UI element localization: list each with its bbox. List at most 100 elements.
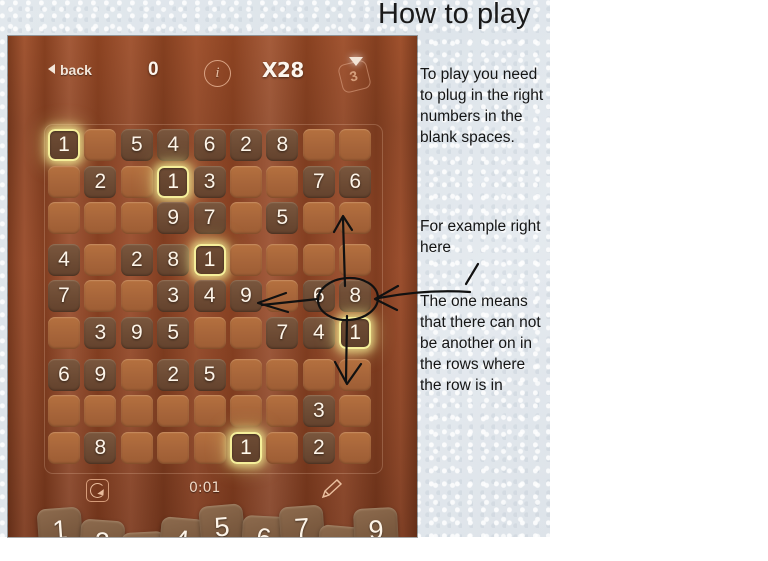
board-cell-r6-c8[interactable]: 4: [302, 317, 335, 349]
board-cell-r7-c8[interactable]: [302, 358, 335, 391]
sudoku-board[interactable]: 15462821376975428173496839574169253812: [48, 129, 378, 469]
board-cell-r9-c4[interactable]: [157, 431, 190, 464]
board-cell-r1-c7[interactable]: 8: [266, 129, 299, 161]
board-cell-r4-c3[interactable]: 2: [120, 243, 153, 276]
board-cell-r7-c5[interactable]: 5: [193, 358, 226, 391]
score-value: 0: [148, 59, 159, 80]
tray-tile-1[interactable]: 1: [36, 506, 84, 537]
board-cell-r5-c7[interactable]: [266, 280, 299, 313]
board-cell-r5-c2[interactable]: [84, 280, 117, 313]
note-explanation: The one means that there can not be anot…: [420, 293, 541, 394]
board-cell-r8-c1[interactable]: [48, 395, 80, 428]
board-cell-r8-c3[interactable]: [120, 395, 153, 428]
board-cell-r8-c8[interactable]: 3: [302, 395, 335, 428]
board-cell-r5-c4[interactable]: 3: [157, 280, 190, 313]
number-tray[interactable]: 123456789: [8, 503, 417, 537]
board-cell-r6-c9[interactable]: 1: [339, 317, 372, 349]
board-cell-r8-c7[interactable]: [266, 395, 299, 428]
board-cell-r5-c9[interactable]: 8: [339, 280, 372, 313]
board-cell-r7-c3[interactable]: [120, 358, 153, 391]
board-cell-r7-c4[interactable]: 2: [157, 358, 190, 391]
board-cell-r2-c2[interactable]: 2: [84, 165, 117, 198]
refresh-icon[interactable]: [86, 479, 109, 502]
back-arrow-icon: [48, 64, 55, 74]
slide-root: How to play back 0 i X28 3 1546282137697…: [0, 0, 768, 561]
board-cell-r2-c3[interactable]: [120, 165, 153, 198]
board-cell-r4-c2[interactable]: [84, 243, 117, 276]
board-cell-r2-c9[interactable]: 6: [339, 165, 372, 198]
tray-tile-5[interactable]: 5: [198, 503, 246, 537]
back-button-label: back: [60, 62, 92, 78]
multiplier-value: X28: [262, 58, 304, 82]
board-cell-r7-c6[interactable]: [230, 358, 262, 391]
note-example: For example right here: [420, 218, 541, 256]
board-cell-r9-c2[interactable]: 8: [84, 431, 117, 464]
board-cell-r6-c3[interactable]: 9: [120, 317, 153, 349]
board-cell-r8-c9[interactable]: [339, 395, 372, 428]
board-cell-r8-c2[interactable]: [84, 395, 117, 428]
board-cell-r1-c5[interactable]: 6: [193, 129, 226, 161]
board-cell-r9-c1[interactable]: [48, 431, 80, 464]
board-cell-r5-c6[interactable]: 9: [230, 280, 262, 313]
info-icon[interactable]: i: [204, 60, 231, 87]
pencil-icon[interactable]: [319, 476, 345, 502]
board-cell-r2-c4[interactable]: 1: [157, 165, 190, 198]
board-cell-r9-c8[interactable]: 2: [302, 431, 335, 464]
board-cell-r4-c9[interactable]: [339, 243, 372, 276]
board-cell-r7-c1[interactable]: 6: [48, 358, 80, 391]
board-cell-r2-c1[interactable]: [48, 165, 80, 198]
board-cell-r3-c1[interactable]: [48, 202, 80, 235]
back-button[interactable]: back: [48, 62, 92, 78]
board-cell-r5-c8[interactable]: 6: [302, 280, 335, 313]
board-cell-r6-c5[interactable]: [193, 317, 226, 349]
board-cell-r8-c4[interactable]: [157, 395, 190, 428]
board-cell-r3-c4[interactable]: 9: [157, 202, 190, 235]
tray-tile-2[interactable]: 2: [78, 518, 126, 537]
board-cell-r1-c9[interactable]: [339, 129, 372, 161]
board-cell-r7-c7[interactable]: [266, 358, 299, 391]
board-cell-r9-c3[interactable]: [120, 431, 153, 464]
board-cell-r4-c5[interactable]: 1: [193, 243, 226, 276]
board-cell-r9-c9[interactable]: [339, 431, 372, 464]
board-cell-r3-c8[interactable]: [302, 202, 335, 235]
board-cell-r8-c6[interactable]: [230, 395, 262, 428]
board-cell-r6-c7[interactable]: 7: [266, 317, 299, 349]
board-cell-r1-c8[interactable]: [302, 129, 335, 161]
board-cell-r3-c7[interactable]: 5: [266, 202, 299, 235]
board-cell-r2-c6[interactable]: [230, 165, 262, 198]
board-cell-r9-c6[interactable]: 1: [230, 431, 262, 464]
board-cell-r4-c7[interactable]: [266, 243, 299, 276]
tray-tile-9[interactable]: 9: [352, 506, 400, 537]
board-cell-r6-c1[interactable]: [48, 317, 80, 349]
board-cell-r9-c7[interactable]: [266, 431, 299, 464]
board-cell-r4-c8[interactable]: [302, 243, 335, 276]
board-cell-r2-c5[interactable]: 3: [193, 165, 226, 198]
board-cell-r1-c4[interactable]: 4: [157, 129, 190, 161]
board-cell-r1-c1[interactable]: 1: [48, 129, 80, 161]
board-cell-r4-c4[interactable]: 8: [157, 243, 190, 276]
board-cell-r2-c7[interactable]: [266, 165, 299, 198]
board-cell-r5-c3[interactable]: [120, 280, 153, 313]
board-cell-r8-c5[interactable]: [193, 395, 226, 428]
board-cell-r6-c4[interactable]: 5: [157, 317, 190, 349]
board-cell-r7-c9[interactable]: [339, 358, 372, 391]
board-cell-r3-c9[interactable]: [339, 202, 372, 235]
board-cell-r6-c2[interactable]: 3: [84, 317, 117, 349]
page-title: How to play: [378, 0, 531, 30]
board-cell-r1-c6[interactable]: 2: [230, 129, 262, 161]
board-cell-r5-c5[interactable]: 4: [193, 280, 226, 313]
board-cell-r4-c6[interactable]: [230, 243, 262, 276]
board-cell-r4-c1[interactable]: 4: [48, 243, 80, 276]
board-cell-r7-c2[interactable]: 9: [84, 358, 117, 391]
board-cell-r9-c5[interactable]: [193, 431, 226, 464]
board-cell-r3-c2[interactable]: [84, 202, 117, 235]
board-cell-r3-c6[interactable]: [230, 202, 262, 235]
board-cell-r6-c6[interactable]: [230, 317, 262, 349]
board-cell-r3-c3[interactable]: [120, 202, 153, 235]
hint-badge[interactable]: 3: [336, 57, 373, 95]
board-cell-r2-c8[interactable]: 7: [302, 165, 335, 198]
board-cell-r1-c3[interactable]: 5: [120, 129, 153, 161]
board-cell-r3-c5[interactable]: 7: [193, 202, 226, 235]
board-cell-r5-c1[interactable]: 7: [48, 280, 80, 313]
board-cell-r1-c2[interactable]: [84, 129, 117, 161]
